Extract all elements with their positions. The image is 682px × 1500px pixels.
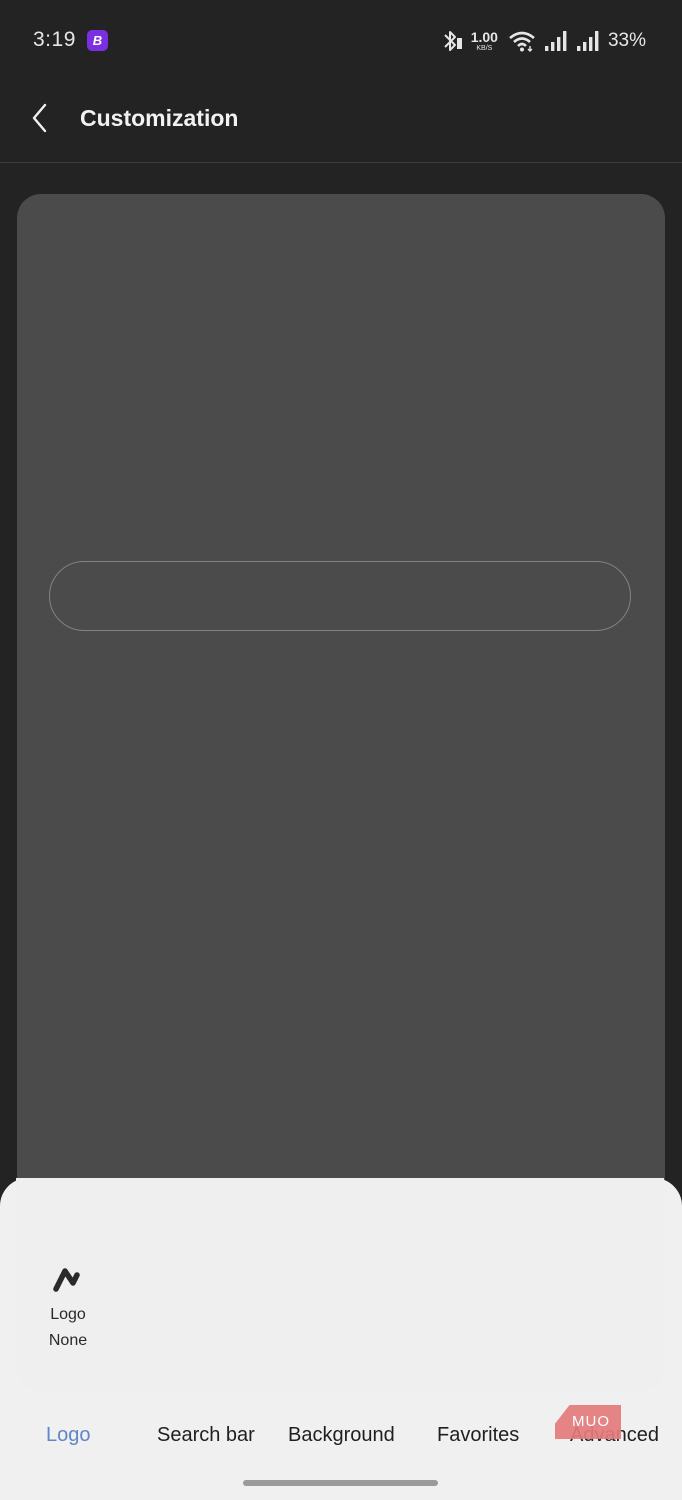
signal-icon	[576, 30, 600, 52]
back-button[interactable]	[20, 100, 60, 140]
preview-search-bar[interactable]	[49, 561, 631, 631]
tab-logo[interactable]: Logo	[46, 1424, 91, 1447]
bluetooth-icon	[441, 29, 463, 53]
option-panel: Logo None	[16, 1178, 664, 1390]
network-speed-value: 1.00	[470, 29, 498, 45]
logo-option-value: None	[48, 1332, 88, 1349]
logo-option-label: Logo	[50, 1306, 86, 1323]
battery-percentage: 33%	[607, 30, 646, 51]
app-header: Customization	[0, 82, 682, 163]
status-bar: 3:19 B 1.00 KB/S 33%	[0, 0, 682, 82]
signal-icon	[544, 30, 568, 52]
customization-sheet: Logo None Logo Search bar Background Fav…	[0, 1178, 682, 1500]
status-icons: 1.00 KB/S 33%	[441, 27, 646, 55]
wifi-icon	[508, 30, 536, 52]
home-indicator[interactable]	[243, 1480, 438, 1486]
page-title: Customization	[80, 105, 239, 131]
logo-mark-icon	[52, 1266, 84, 1297]
tab-search-bar[interactable]: Search bar	[157, 1424, 255, 1447]
tab-background[interactable]: Background	[288, 1424, 395, 1447]
chevron-left-icon	[31, 103, 49, 138]
status-time: 3:19	[33, 28, 76, 51]
app-notification-icon: B	[87, 30, 108, 51]
logo-option[interactable]: Logo None	[40, 1266, 96, 1350]
tab-favorites[interactable]: Favorites	[437, 1424, 519, 1447]
home-preview	[17, 194, 665, 1234]
network-speed-unit: KB/S	[476, 45, 493, 52]
network-speed: 1.00 KB/S	[471, 30, 498, 52]
customization-screen: 3:19 B 1.00 KB/S 33% Customization Logo …	[0, 0, 682, 1500]
